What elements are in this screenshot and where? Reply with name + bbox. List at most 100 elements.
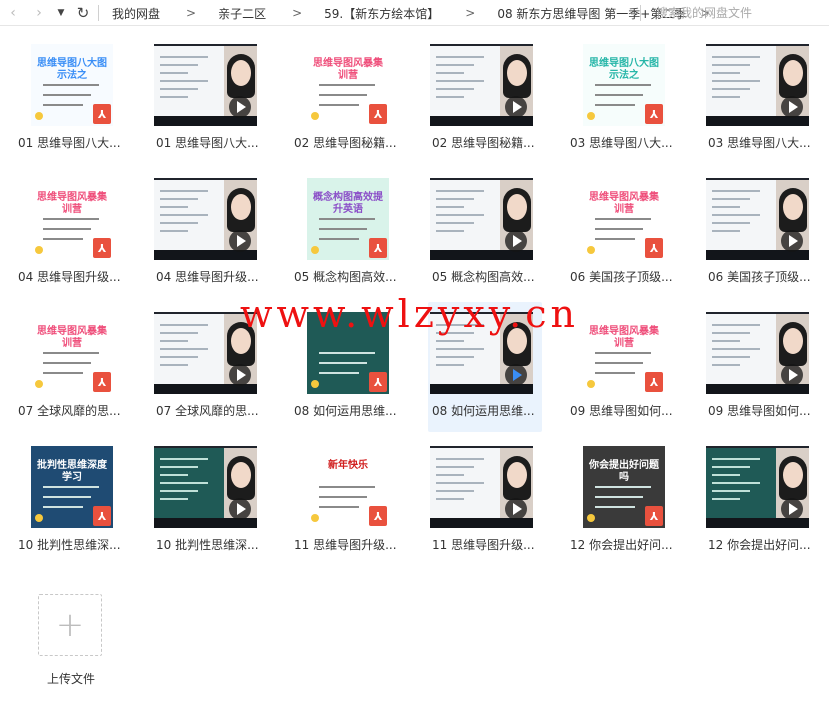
video-file-item[interactable]: 12 你会提出好问...: [704, 436, 818, 566]
refresh-icon[interactable]: ↻: [72, 0, 94, 26]
play-icon[interactable]: [229, 364, 251, 386]
play-triangle: [788, 235, 798, 247]
video-file-item[interactable]: 01 思维导图八大...: [152, 34, 266, 164]
video-file-item[interactable]: 09 思维导图如何...: [704, 302, 818, 432]
pdf-file-item[interactable]: 思维导图风暴集训营 ⅄ 09 思维导图如何...: [566, 302, 680, 432]
play-icon[interactable]: [781, 364, 803, 386]
thumbnail-title: 思维导图风暴集训营: [313, 58, 383, 81]
play-icon[interactable]: [505, 230, 527, 252]
video-thumbnail: [430, 44, 533, 126]
slide-text-line: [712, 466, 750, 468]
play-icon[interactable]: [229, 96, 251, 118]
search-input[interactable]: [656, 4, 824, 22]
thumbnail-text-line: [43, 496, 91, 498]
play-triangle: [512, 235, 522, 247]
file-name: 04 思维导图升级...: [18, 270, 121, 284]
thumbnail-text-line: [319, 228, 367, 230]
slide-text-line: [712, 490, 750, 492]
video-file-item[interactable]: 04 思维导图升级...: [152, 168, 266, 298]
thumbnail-text-line: [595, 486, 651, 488]
thumbnail-text-line: [595, 238, 635, 240]
upload-file-button[interactable]: +: [38, 594, 102, 656]
video-file-item[interactable]: 11 思维导图升级...: [428, 436, 542, 566]
pdf-file-item[interactable]: ⅄ 08 如何运用思维...: [290, 302, 404, 432]
slide-text-line: [712, 458, 760, 460]
pdf-thumbnail: 思维导图八大图示法之 ⅄: [31, 44, 113, 126]
pdf-icon: ⅄: [369, 372, 387, 392]
play-icon[interactable]: [505, 498, 527, 520]
slide-text-line: [160, 64, 198, 66]
video-file-item[interactable]: 07 全球风靡的思...: [152, 302, 266, 432]
file-name: 12 你会提出好问...: [708, 538, 811, 552]
slide-text-line: [436, 190, 484, 192]
file-name: 10 批判性思维深...: [18, 538, 121, 552]
slide-text-line: [712, 474, 740, 476]
video-file-item[interactable]: 05 概念构图高效...: [428, 168, 542, 298]
breadcrumb-item-parenting[interactable]: 亲子二区: [218, 5, 266, 22]
thumbnail-text-line: [319, 506, 359, 508]
slide-text-line: [160, 222, 198, 224]
plus-icon: +: [55, 605, 85, 645]
pdf-icon: ⅄: [93, 238, 111, 258]
file-name: 06 美国孩子顶级...: [708, 270, 811, 284]
file-name: 02 思维导图秘籍...: [432, 136, 535, 150]
pdf-icon: ⅄: [369, 238, 387, 258]
presenter-face: [231, 194, 251, 220]
slide-text-line: [712, 198, 750, 200]
play-icon[interactable]: [229, 498, 251, 520]
thumbnail-text-line: [595, 228, 643, 230]
history-dropdown-icon[interactable]: ▼: [52, 0, 70, 26]
pdf-thumbnail: 思维导图八大图示法之 ⅄: [583, 44, 665, 126]
play-icon[interactable]: [781, 498, 803, 520]
slide-text-line: [712, 72, 740, 74]
presenter-face: [507, 328, 527, 354]
thumbnail-title: 思维导图八大图示法之: [37, 58, 107, 81]
play-icon[interactable]: [781, 230, 803, 252]
file-name: 12 你会提出好问...: [570, 538, 673, 552]
video-file-item[interactable]: 06 美国孩子顶级...: [704, 168, 818, 298]
video-thumbnail: [706, 312, 809, 394]
pdf-file-item[interactable]: 你会提出好问题吗 ⅄ 12 你会提出好问...: [566, 436, 680, 566]
thumbnail-text-line: [319, 84, 375, 86]
presenter-face: [507, 462, 527, 488]
back-arrow-icon[interactable]: ‹: [2, 0, 24, 26]
pdf-file-item[interactable]: 思维导图八大图示法之 ⅄ 03 思维导图八大...: [566, 34, 680, 164]
slide-text-line: [436, 88, 474, 90]
slide-text-line: [712, 230, 740, 232]
video-file-item[interactable]: 10 批判性思维深...: [152, 436, 266, 566]
thumbnail-text-line: [43, 506, 83, 508]
video-file-item[interactable]: 08 如何运用思维...: [428, 302, 542, 432]
pdf-file-item[interactable]: 思维导图八大图示法之 ⅄ 01 思维导图八大...: [14, 34, 128, 164]
slide-text-line: [436, 364, 464, 366]
pdf-file-item[interactable]: 批判性思维深度学习 ⅄ 10 批判性思维深...: [14, 436, 128, 566]
video-file-item[interactable]: 02 思维导图秘籍...: [428, 34, 542, 164]
presenter-face: [507, 194, 527, 220]
slide-text-line: [436, 72, 464, 74]
pdf-file-item[interactable]: 概念构图高效提升英语 ⅄ 05 概念构图高效...: [290, 168, 404, 298]
breadcrumb-item-picture-book[interactable]: 59.【新东方绘本馆】: [324, 5, 439, 22]
play-icon[interactable]: [505, 364, 527, 386]
slide-text-line: [436, 80, 484, 82]
breadcrumb-item-my-drive[interactable]: 我的网盘: [112, 5, 160, 22]
forward-arrow-icon[interactable]: ›: [28, 0, 50, 26]
play-icon[interactable]: [781, 96, 803, 118]
thumbnail-text-line: [595, 362, 643, 364]
breadcrumb-arrow-icon: >: [465, 6, 476, 20]
video-file-item[interactable]: 03 思维导图八大...: [704, 34, 818, 164]
pdf-file-item[interactable]: 新年快乐 ⅄ 11 思维导图升级...: [290, 436, 404, 566]
slide-text-line: [160, 474, 188, 476]
play-icon[interactable]: [505, 96, 527, 118]
video-slide-area: [430, 314, 500, 384]
pdf-file-item[interactable]: 思维导图风暴集训营 ⅄ 07 全球风靡的思...: [14, 302, 128, 432]
thumbnail-title: 思维导图风暴集训营: [589, 326, 659, 349]
pdf-file-item[interactable]: 思维导图风暴集训营 ⅄ 06 美国孩子顶级...: [566, 168, 680, 298]
toolbar-divider: [98, 5, 99, 21]
thumbnail-text-line: [43, 362, 91, 364]
decor-dot: [35, 380, 43, 388]
pdf-file-item[interactable]: 思维导图风暴集训营 ⅄ 04 思维导图升级...: [14, 168, 128, 298]
thumbnail-text-line: [43, 94, 91, 96]
play-icon[interactable]: [229, 230, 251, 252]
pdf-file-item[interactable]: 思维导图风暴集训营 ⅄ 02 思维导图秘籍...: [290, 34, 404, 164]
file-name: 08 如何运用思维...: [294, 404, 397, 418]
slide-text-line: [436, 222, 474, 224]
